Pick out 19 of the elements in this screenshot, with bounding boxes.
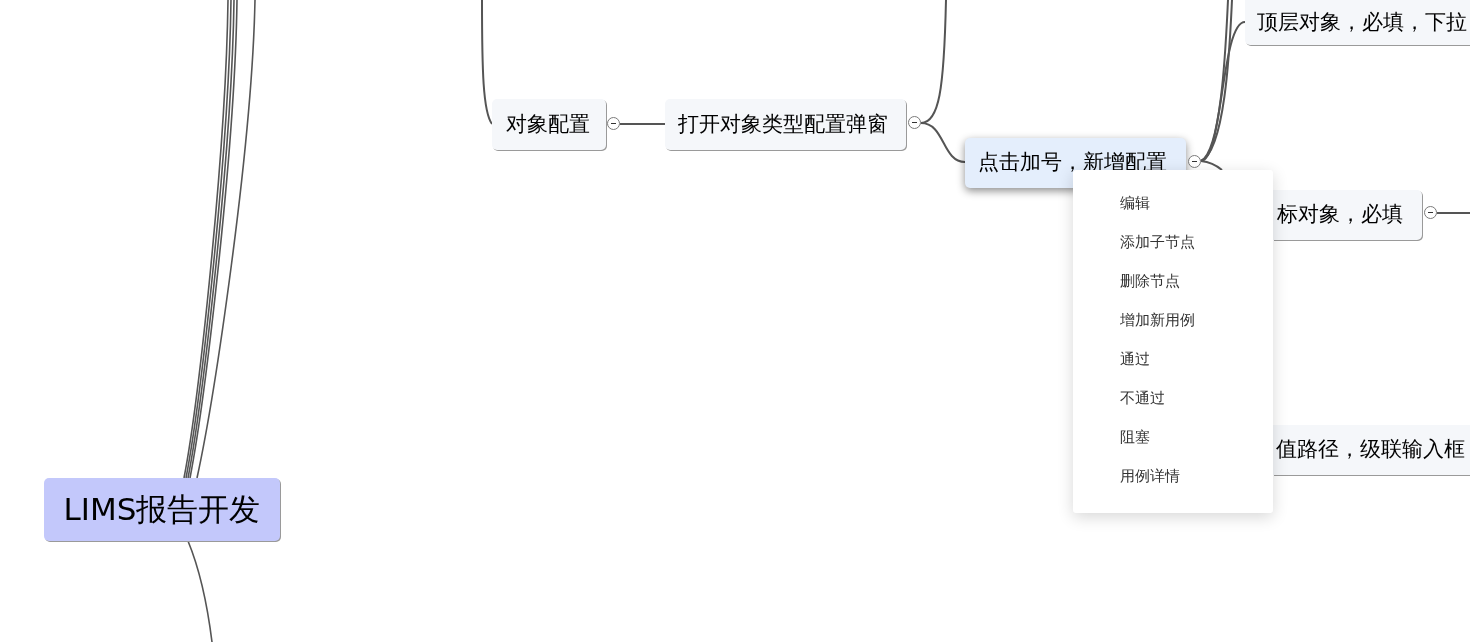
mind-map-node[interactable]: 对象配置 — [492, 99, 606, 150]
mind-map-node[interactable]: 顶层对象，必填，下拉 — [1245, 0, 1470, 45]
connector-line — [1436, 212, 1470, 214]
menu-item[interactable]: 添加子节点 — [1073, 223, 1273, 262]
collapse-icon[interactable] — [1188, 155, 1201, 168]
menu-item[interactable]: 不通过 — [1073, 379, 1273, 418]
collapse-icon[interactable] — [908, 116, 921, 129]
menu-item[interactable]: 阻塞 — [1073, 418, 1273, 457]
menu-item[interactable]: 通过 — [1073, 340, 1273, 379]
menu-item[interactable]: 删除节点 — [1073, 262, 1273, 301]
menu-item[interactable]: 用例详情 — [1073, 457, 1273, 496]
mind-map-node[interactable]: 标对象，必填 — [1273, 190, 1422, 240]
root-node[interactable]: LIMS报告开发 — [44, 478, 280, 541]
mind-map-node[interactable]: 打开对象类型配置弹窗 — [665, 99, 906, 150]
mind-map-node[interactable]: 值路径，级联输入框 — [1273, 425, 1470, 475]
collapse-icon[interactable] — [607, 117, 620, 130]
collapse-icon[interactable] — [1424, 206, 1437, 219]
connector-line — [619, 123, 666, 125]
menu-item[interactable]: 增加新用例 — [1073, 301, 1273, 340]
